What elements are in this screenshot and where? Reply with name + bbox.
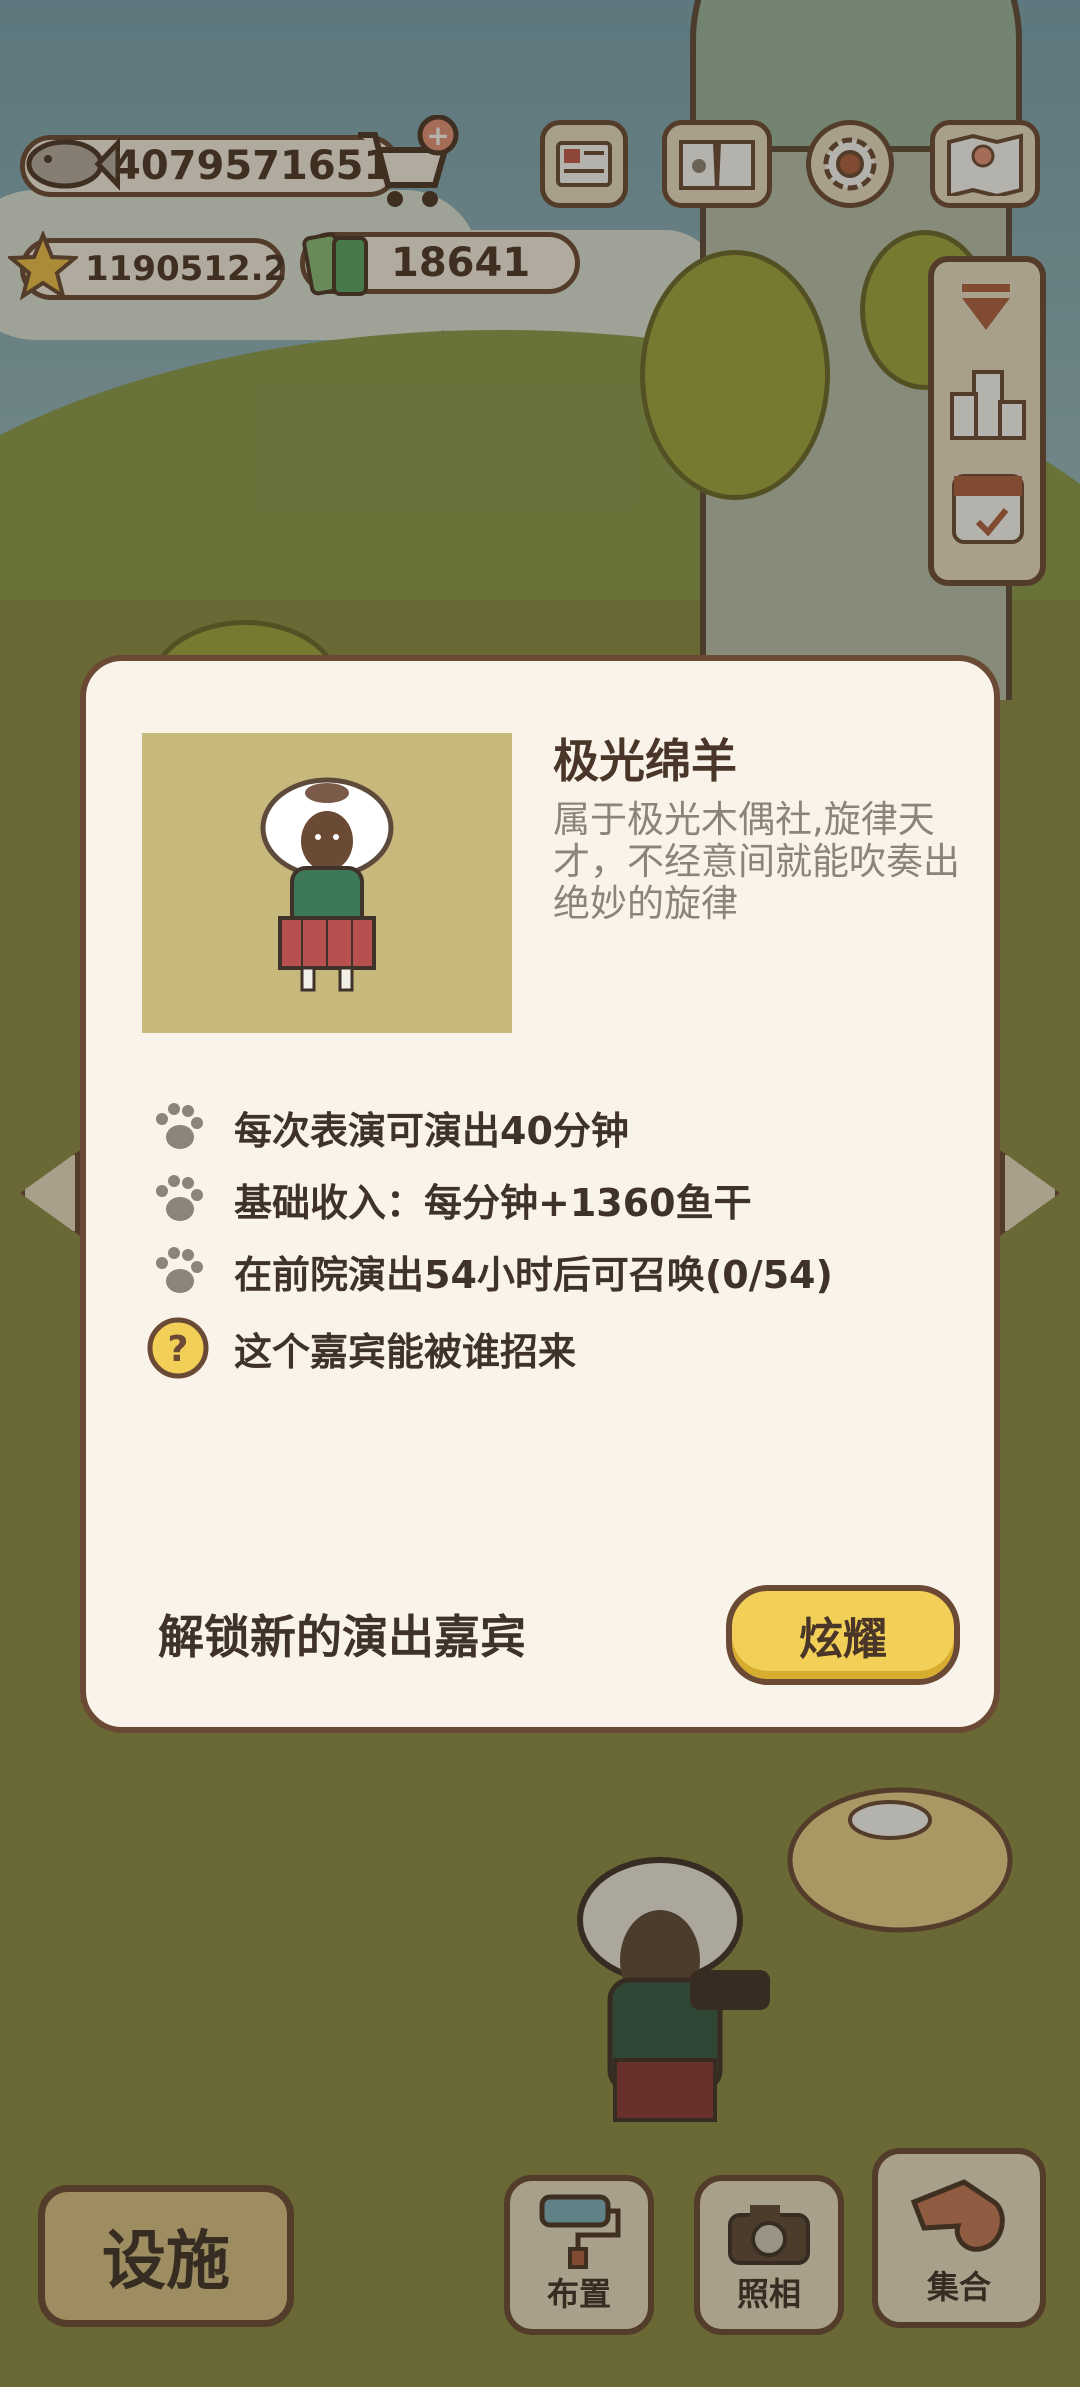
stat-performance-duration: 每次表演可演出40分钟: [234, 1108, 629, 1153]
paw-icon: [146, 1167, 210, 1231]
show-off-button[interactable]: 炫耀: [726, 1585, 960, 1685]
stat-row: 每次表演可演出40分钟: [146, 1095, 629, 1159]
hint-row[interactable]: ? 这个嘉宾能被谁招来: [146, 1316, 576, 1380]
guest-description: 属于极光木偶社,旋律天才，不经意间就能吹奏出绝妙的旋律: [553, 798, 960, 925]
svg-text:?: ?: [168, 1329, 189, 1370]
paw-icon: [146, 1239, 210, 1303]
guest-name: 极光绵羊: [553, 734, 737, 788]
aurora-sheep-illustration: [260, 777, 394, 992]
question-icon[interactable]: ?: [146, 1316, 210, 1380]
paw-icon: [146, 1095, 210, 1159]
unlock-message: 解锁新的演出嘉宾: [158, 1610, 526, 1664]
recruit-hint-link[interactable]: 这个嘉宾能被谁招来: [234, 1321, 576, 1376]
stat-base-income: 基础收入：每分钟+1360鱼干: [234, 1180, 752, 1225]
stat-summon-requirement: 在前院演出54小时后可召唤(0/54): [234, 1252, 833, 1297]
guest-info-modal: 极光绵羊 属于极光木偶社,旋律天才，不经意间就能吹奏出绝妙的旋律 每次表演可演出…: [80, 655, 1000, 1733]
stat-row: 基础收入：每分钟+1360鱼干: [146, 1167, 752, 1231]
stat-row: 在前院演出54小时后可召唤(0/54): [146, 1239, 833, 1303]
guest-portrait: [142, 733, 512, 1033]
